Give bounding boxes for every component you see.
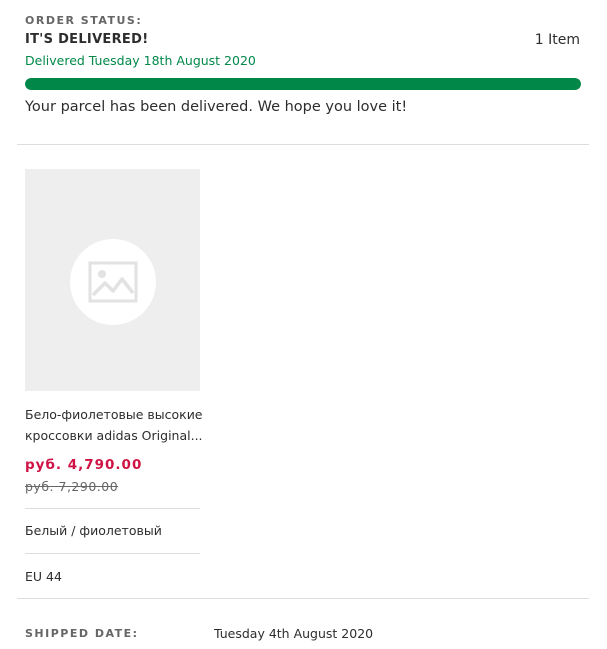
current-price: руб. 4,790.00 (25, 457, 143, 473)
shipped-date-value: Tuesday 4th August 2020 (214, 626, 374, 641)
delivery-progress-fill (25, 78, 581, 90)
item-count: 1 Item (534, 32, 580, 48)
shipped-date-label: SHIPPED DATE: (25, 627, 139, 640)
divider (17, 598, 589, 599)
product-divider (25, 508, 200, 509)
order-status-label: ORDER STATUS: (25, 14, 143, 27)
image-placeholder-circle (70, 239, 156, 325)
status-title: IT'S DELIVERED! (25, 32, 149, 47)
product-name-line-1: Бело-фиолетовые высокие (25, 407, 203, 422)
product-colour: Белый / фиолетовый (25, 523, 162, 538)
status-message: Your parcel has been delivered. We hope … (25, 99, 408, 115)
image-placeholder-icon (88, 261, 138, 303)
delivered-date: Delivered Tuesday 18th August 2020 (25, 53, 256, 68)
delivery-progress-bar (25, 78, 581, 90)
product-name[interactable]: Бело-фиолетовые высокие кроссовки adidas… (25, 404, 205, 446)
previous-price: руб. 7,290.00 (25, 479, 119, 494)
product-name-line-2: кроссовки adidas Original... (25, 428, 203, 443)
product-image[interactable] (25, 169, 200, 391)
product-size: EU 44 (25, 569, 62, 584)
product-divider (25, 553, 200, 554)
divider (17, 144, 589, 145)
